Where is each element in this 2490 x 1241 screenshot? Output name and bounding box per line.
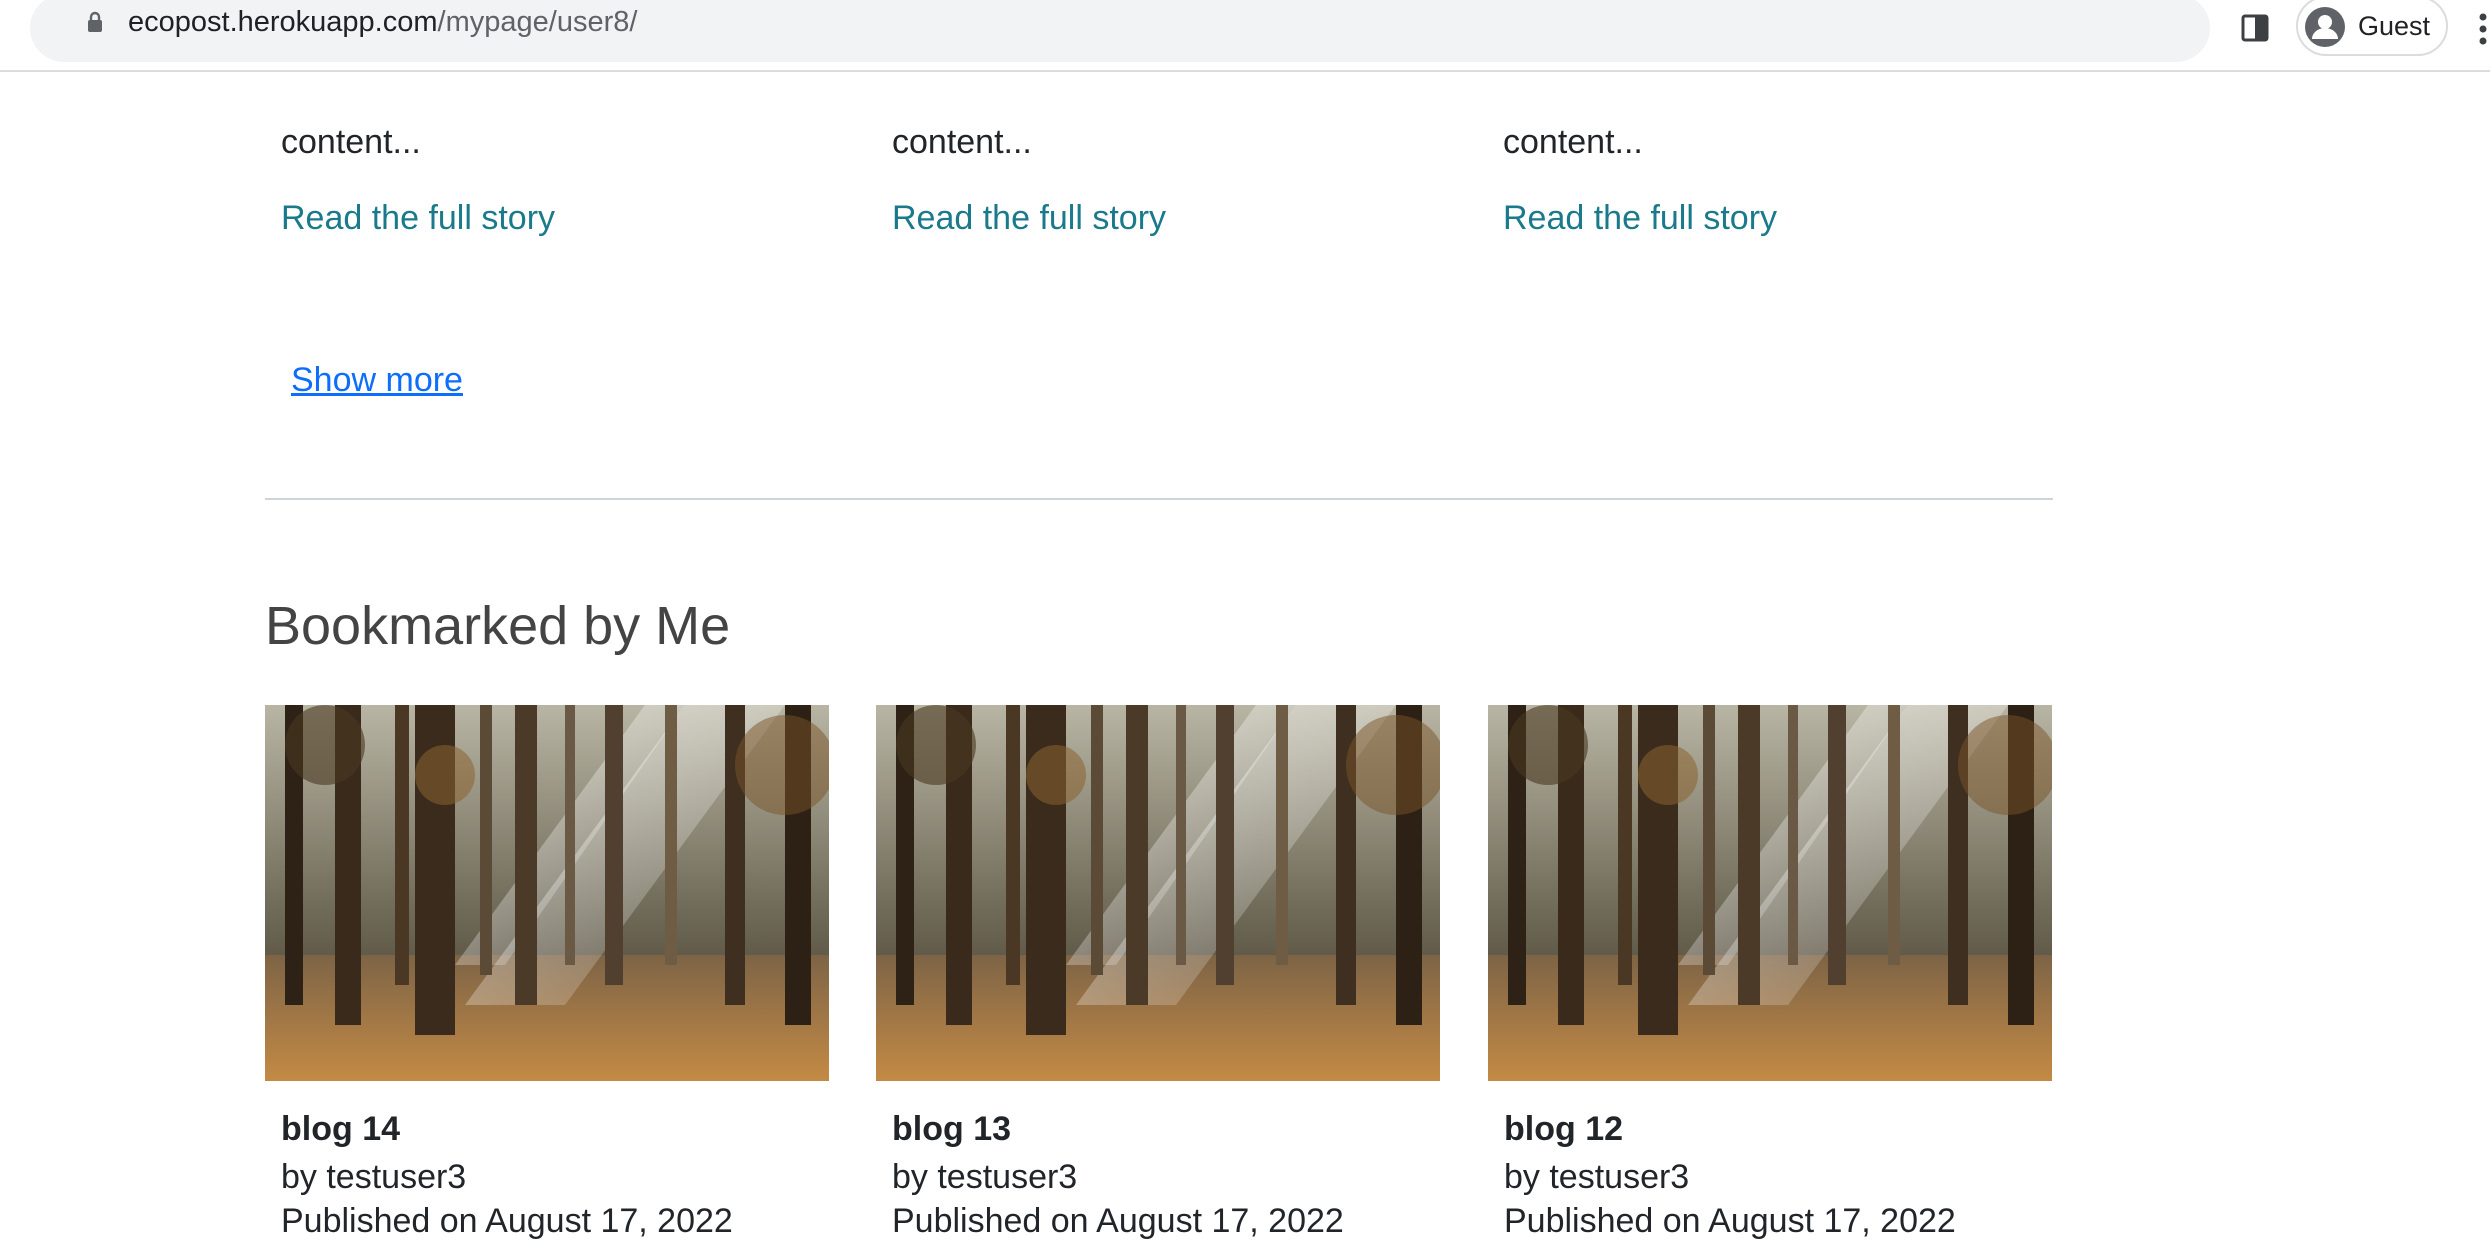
section-divider [265, 498, 2053, 500]
read-full-story-link[interactable]: Read the full story [281, 198, 555, 238]
bookmark-card[interactable]: blog 13 by testuser3 Published on August… [876, 705, 1440, 1240]
show-more-link[interactable]: Show more [291, 360, 463, 400]
bookmark-card[interactable]: blog 14 by testuser3 Published on August… [265, 705, 829, 1240]
avatar-icon [2305, 7, 2345, 47]
kebab-menu-icon[interactable] [2478, 12, 2488, 46]
bookmark-card-date: Published on August 17, 2022 [1504, 1202, 1956, 1240]
url-host: ecopost.herokuapp.com [128, 6, 438, 38]
bookmark-card-author: by testuser3 [1504, 1158, 1690, 1196]
section-title-bookmarked: Bookmarked by Me [265, 596, 731, 656]
lock-icon[interactable] [86, 10, 104, 34]
page-content: content... Read the full story content..… [0, 70, 2490, 1240]
forest-thumbnail[interactable] [265, 705, 829, 1081]
bookmark-card-author: by testuser3 [892, 1158, 1078, 1196]
address-bar[interactable]: ecopost.herokuapp.com/mypage/user8/ [30, 0, 2210, 62]
forest-thumbnail[interactable] [876, 705, 1440, 1081]
url-text[interactable]: ecopost.herokuapp.com/mypage/user8/ [128, 4, 637, 40]
bookmark-card[interactable]: blog 12 by testuser3 Published on August… [1488, 705, 2052, 1240]
bookmark-card-title[interactable]: blog 14 [281, 1109, 400, 1149]
profile-label: Guest [2358, 11, 2431, 41]
profile-button[interactable]: Guest [2296, 0, 2448, 56]
bookmark-card-title[interactable]: blog 12 [1504, 1109, 1623, 1149]
browser-toolbar: ecopost.herokuapp.com/mypage/user8/ Gues… [0, 0, 2490, 72]
forest-thumbnail[interactable] [1488, 705, 2052, 1081]
bookmark-card-date: Published on August 17, 2022 [892, 1202, 1344, 1240]
bookmark-card-date: Published on August 17, 2022 [281, 1202, 733, 1240]
card-excerpt: content... [892, 123, 1032, 161]
bookmark-card-title[interactable]: blog 13 [892, 1109, 1011, 1149]
card-excerpt: content... [1503, 123, 1643, 161]
side-panel-icon[interactable] [2240, 13, 2270, 43]
card-excerpt: content... [281, 123, 421, 161]
url-path: /mypage/user8/ [437, 6, 638, 38]
read-full-story-link[interactable]: Read the full story [892, 198, 1166, 238]
bookmark-card-author: by testuser3 [281, 1158, 467, 1196]
read-full-story-link[interactable]: Read the full story [1503, 198, 1777, 238]
